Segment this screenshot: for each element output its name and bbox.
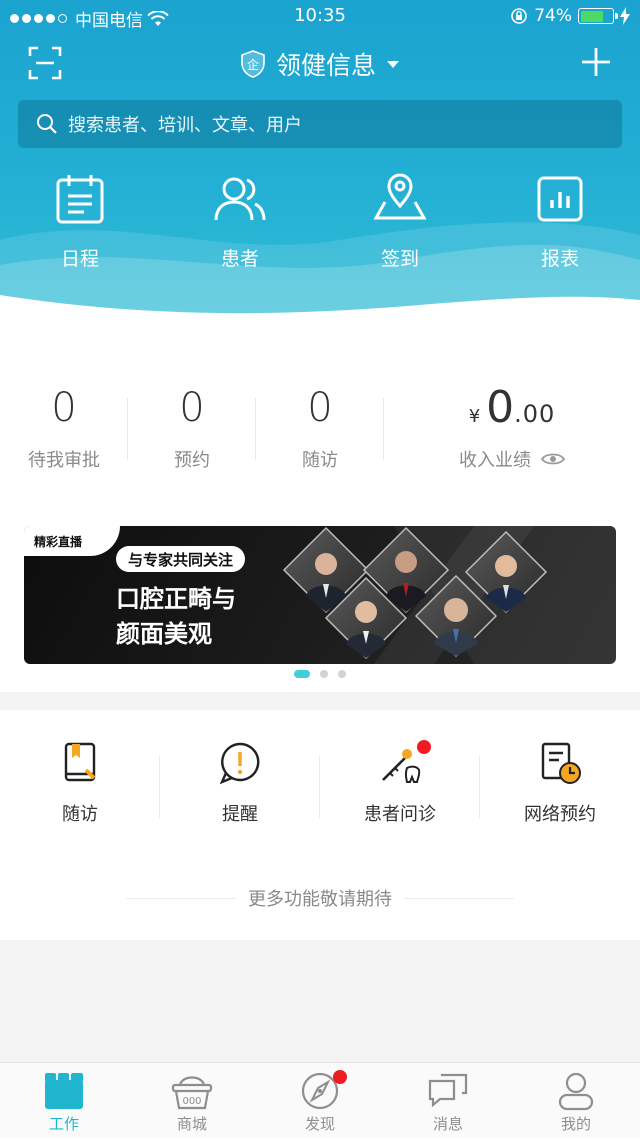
banner-pill: 与专家共同关注 [116,546,246,572]
notification-badge [417,740,431,754]
chart-icon [537,176,583,222]
tool-follow-up[interactable]: 随访 [0,740,160,826]
income-value: ¥ 0 .00 [469,382,556,434]
scan-icon[interactable] [28,46,62,80]
org-switcher: 企 领健信息 [0,46,640,82]
tool-consultation[interactable]: 患者问诊 [320,740,480,826]
nav-bar: 企 领健信息 [0,40,640,90]
online-booking-icon [541,742,581,784]
pager-dot[interactable] [320,670,328,678]
stat-value: 0 [307,385,333,431]
stat-income[interactable]: ¥ 0 .00 收入业绩 [384,340,640,472]
tab-label: 我的 [560,1115,591,1133]
svg-text:000: 000 [182,1096,201,1107]
work-tab-icon [45,1073,83,1109]
expert-portraits [282,526,616,664]
status-bar: 中国电信 10:35 74% [0,0,640,34]
tool-label: 患者问诊 [364,804,436,825]
search-placeholder: 搜索患者、培训、文章、用户 [68,115,302,136]
quick-action-schedule[interactable]: 日程 [0,172,160,271]
tab-label: 发现 [304,1115,335,1133]
tab-label: 商城 [176,1115,207,1133]
workbench-page: 中国电信 10:35 74% 企 领健信息 搜索患者、培训、文章、用户 日程 患… [0,0,640,1138]
stat-appointments[interactable]: 0 预约 [128,340,256,472]
income-label-row: 收入业绩 [459,446,565,472]
banner-title-line: 口腔正畸与 [116,585,236,613]
banner-section: 精彩直播 与专家共同关注 口腔正畸与 颜面美观 [0,500,640,692]
quick-action-label: 患者 [220,248,259,270]
pager-dot[interactable] [338,670,346,678]
eye-icon[interactable] [541,451,565,467]
tool-row: 随访 提醒 患者问诊 网络预约 [0,740,640,826]
tab-label: 消息 [432,1115,463,1133]
rotation-lock-icon [511,8,528,24]
search-bar[interactable]: 搜索患者、培训、文章、用户 [18,100,622,148]
quick-action-label: 日程 [60,248,99,270]
quick-action-reports[interactable]: 报表 [480,172,640,271]
tool-online-booking[interactable]: 网络预约 [480,740,640,826]
stat-follow-ups[interactable]: 0 随访 [256,340,384,472]
stat-label: 预约 [174,450,210,471]
tool-label: 网络预约 [524,804,596,825]
tool-reminder[interactable]: 提醒 [160,740,320,826]
patients-icon [214,177,266,221]
status-right: 74% [510,6,630,26]
income-label: 收入业绩 [459,450,531,471]
live-banner[interactable]: 精彩直播 与专家共同关注 口腔正畸与 颜面美观 [24,526,616,664]
more-features-text: 更多功能敬请期待 [248,889,392,910]
quick-action-label: 报表 [540,248,579,270]
more-features-note: 更多功能敬请期待 [0,885,640,911]
user-icon [558,1072,594,1111]
stat-value: 0 [51,385,77,431]
tab-work[interactable]: 工作 [0,1063,128,1138]
org-name: 领健信息 [275,51,376,80]
battery-percent: 74% [534,6,572,26]
income-integer: 0 [486,382,515,433]
banner-pager [0,670,640,678]
calendar-icon [56,175,104,224]
tab-label: 工作 [48,1115,79,1133]
stat-value: 0 [179,385,205,431]
banner-title: 口腔正畸与 颜面美观 [116,582,236,652]
stat-pending-approval[interactable]: 0 待我审批 [0,340,128,472]
pager-dot[interactable] [294,670,310,678]
location-icon [373,173,427,220]
enterprise-shield-icon: 企 [241,50,265,78]
quick-actions: 日程 患者 签到 报表 [0,172,640,271]
battery-icon [578,8,618,24]
tool-label: 提醒 [222,804,258,825]
tools-panel: 随访 提醒 患者问诊 网络预约 更多功能敬请期待 [0,710,640,940]
quick-action-checkin[interactable]: 签到 [320,172,480,271]
search-icon [37,114,57,134]
org-badge-text: 企 [247,57,259,72]
tool-label: 随访 [62,804,98,825]
tab-bar: 工作 000 商城 发现 消息 我的 [0,1062,640,1138]
battery-level [580,10,604,22]
chevron-down-icon [387,61,399,68]
tab-messages[interactable]: 消息 [384,1063,512,1138]
tab-me[interactable]: 我的 [512,1063,640,1138]
banner-title-line: 颜面美观 [116,620,212,648]
stats-panel: 0 待我审批 0 预约 0 随访 ¥ 0 .00 收入业绩 [0,340,640,500]
charging-bolt-icon [620,7,630,25]
tab-discover[interactable]: 发现 [256,1063,384,1138]
notification-badge [333,1070,347,1084]
tab-mall[interactable]: 000 商城 [128,1063,256,1138]
quick-action-label: 签到 [380,248,419,270]
header: 中国电信 10:35 74% 企 领健信息 搜索患者、培训、文章、用户 日程 患… [0,0,640,340]
stat-label: 待我审批 [28,450,100,471]
chat-bubbles-icon [428,1073,468,1108]
income-decimal: .00 [514,400,556,428]
reminder-alert-icon [219,742,260,785]
quick-action-patients[interactable]: 患者 [160,172,320,271]
banner-tag: 精彩直播 [24,526,120,556]
divider [404,897,514,899]
divider [126,897,236,899]
income-currency: ¥ [468,406,481,427]
follow-up-book-icon [64,742,96,782]
add-icon[interactable] [580,46,612,78]
shopping-basket-icon: 000 [171,1076,213,1110]
org-switcher-button[interactable]: 企 领健信息 [240,46,400,82]
stat-label: 随访 [302,450,338,471]
